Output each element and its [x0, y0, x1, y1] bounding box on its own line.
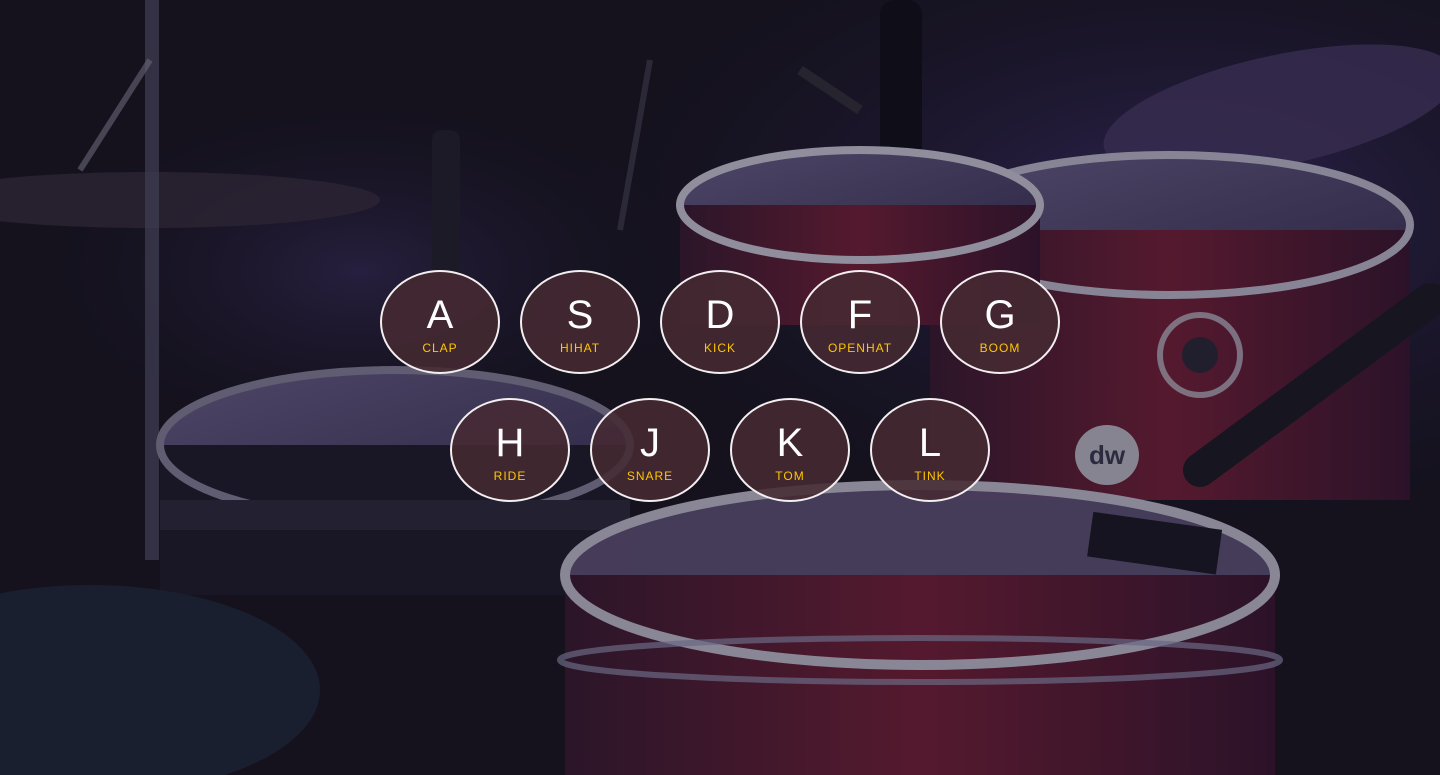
sound-label: SNARE [626, 468, 674, 483]
key-letter: A [426, 292, 454, 337]
drum-key-j[interactable]: J SNARE [590, 398, 710, 502]
keys-row-top: A CLAP S HIHAT D KICK F OPENHAT G BOOM [0, 270, 1440, 374]
key-letter: D [705, 292, 735, 337]
sound-label: KICK [703, 340, 736, 355]
key-letter: G [984, 292, 1016, 337]
drum-key-l[interactable]: L TINK [870, 398, 990, 502]
sound-label: HIHAT [559, 340, 601, 355]
sound-label: CLAP [422, 340, 458, 355]
sound-label: RIDE [493, 468, 527, 483]
key-letter: K [776, 420, 804, 465]
key-letter: S [566, 292, 594, 337]
drum-key-s[interactable]: S HIHAT [520, 270, 640, 374]
drum-kit-app: dw A CLAP S HIHAT D KICK F OPENHAT G BOO… [0, 0, 1440, 775]
drum-key-a[interactable]: A CLAP [380, 270, 500, 374]
drum-key-g[interactable]: G BOOM [940, 270, 1060, 374]
sound-label: TINK [914, 468, 946, 483]
key-letter: F [847, 292, 873, 337]
sound-label: OPENHAT [827, 340, 893, 355]
key-letter: J [640, 420, 660, 465]
drum-key-h[interactable]: H RIDE [450, 398, 570, 502]
drum-key-k[interactable]: K TOM [730, 398, 850, 502]
sound-label: TOM [775, 468, 805, 483]
sound-label: BOOM [979, 340, 1021, 355]
key-letter: L [918, 420, 942, 465]
drum-key-f[interactable]: F OPENHAT [800, 270, 920, 374]
drum-key-d[interactable]: D KICK [660, 270, 780, 374]
key-letter: H [495, 420, 525, 465]
drum-kit-background-image: dw [0, 0, 1440, 775]
keys-row-bottom: H RIDE J SNARE K TOM L TINK [0, 398, 1440, 502]
